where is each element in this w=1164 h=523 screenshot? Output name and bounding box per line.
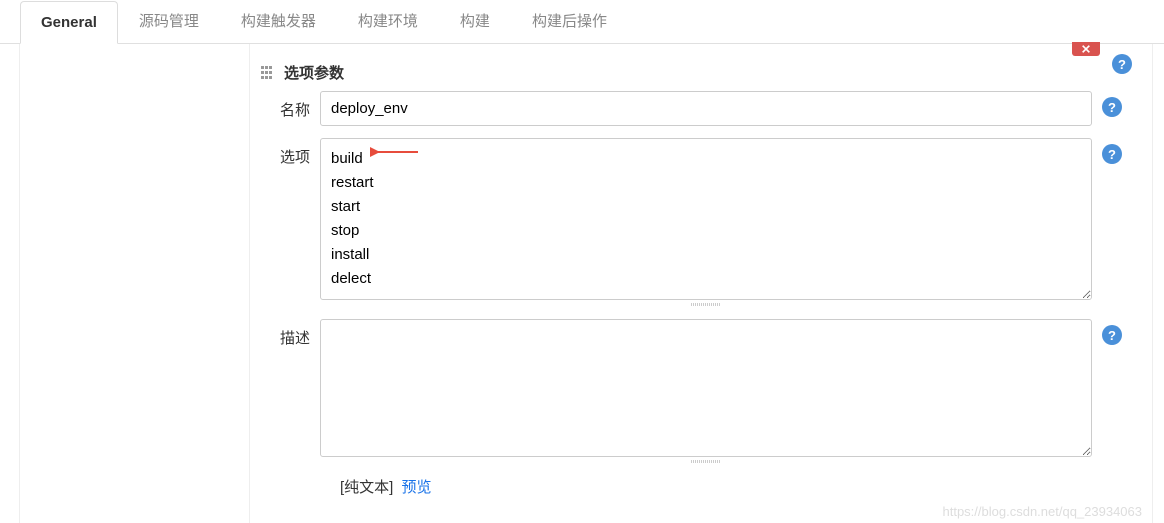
format-row: [纯文本] 预览 [340,476,1132,497]
help-icon[interactable]: ? [1102,144,1122,164]
options-label: 选项 [260,138,320,167]
tab-postbuild[interactable]: 构建后操作 [511,0,628,43]
main-content: ? 选项参数 名称 ? 选项 ? [250,44,1152,523]
left-gutter [0,44,20,523]
resize-handle[interactable] [320,301,1092,307]
description-label: 描述 [260,319,320,348]
tab-build[interactable]: 构建 [439,0,511,43]
section-header: 选项参数 [260,54,1132,91]
tab-triggers[interactable]: 构建触发器 [220,0,337,43]
description-textarea[interactable] [320,319,1092,457]
tab-env[interactable]: 构建环境 [337,0,439,43]
config-tabs: General 源码管理 构建触发器 构建环境 构建 构建后操作 [0,0,1164,44]
drag-handle-icon[interactable] [260,65,276,81]
options-textarea[interactable] [320,138,1092,300]
middle-gutter [20,44,250,523]
resize-handle[interactable] [320,458,1092,464]
watermark: https://blog.csdn.net/qq_23934063 [943,504,1143,519]
delete-button[interactable] [1072,42,1100,56]
preview-link[interactable]: 预览 [402,479,432,496]
help-icon[interactable]: ? [1102,97,1122,117]
tab-general[interactable]: General [20,1,118,44]
name-input[interactable] [320,91,1092,126]
right-gutter [1152,44,1164,523]
help-icon[interactable]: ? [1102,325,1122,345]
help-icon[interactable]: ? [1112,54,1132,74]
name-label: 名称 [260,91,320,120]
tab-scm[interactable]: 源码管理 [118,0,220,43]
plaintext-label: [纯文本] [340,479,393,496]
section-title: 选项参数 [284,62,344,83]
